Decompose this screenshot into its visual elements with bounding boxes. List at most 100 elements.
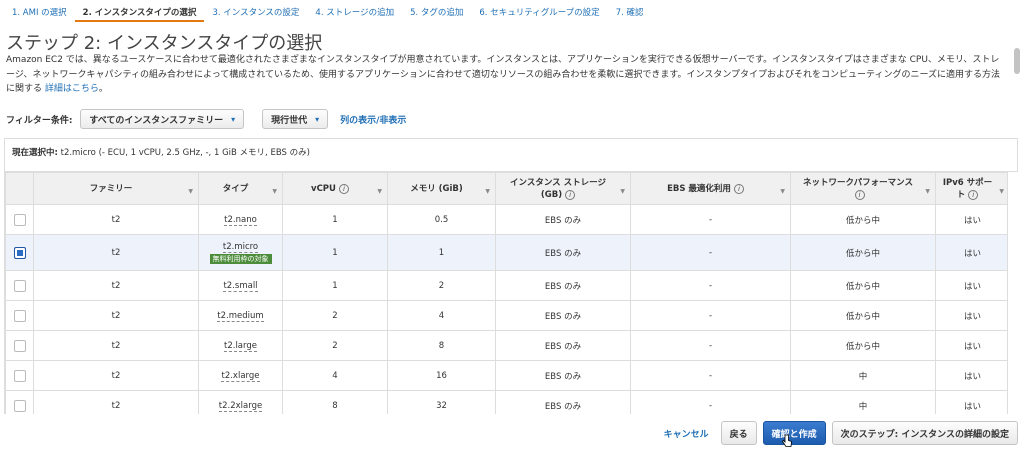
cell-vcpu: 4: [282, 360, 388, 391]
cell-type: t2.small: [198, 270, 283, 301]
type-name[interactable]: t2.medium: [217, 310, 264, 322]
family-filter-select[interactable]: すべてのインスタンスファミリー ▾: [80, 109, 245, 129]
row-checkbox-cell[interactable]: [5, 270, 34, 301]
show-hide-columns-link[interactable]: 列の表示/非表示: [340, 113, 406, 126]
cell-memory: 2: [387, 270, 496, 301]
review-and-launch-button[interactable]: 確認と作成: [762, 421, 826, 445]
row-checkbox[interactable]: [13, 399, 26, 412]
cell-network: 低から中: [790, 234, 936, 271]
row-checkbox-cell[interactable]: [5, 330, 34, 361]
cancel-button[interactable]: キャンセル: [664, 427, 709, 440]
table-row[interactable]: t2 t2.medium 2 4 EBS のみ - 低から中 はい: [5, 300, 1007, 331]
hand-cursor-icon: [782, 434, 792, 447]
table-row[interactable]: t2 t2.2xlarge 8 32 EBS のみ - 中はい: [5, 390, 1007, 414]
wizard-step-add-tags[interactable]: 5. タグの追加: [402, 0, 471, 22]
wizard-step-review[interactable]: 7. 確認: [608, 0, 652, 22]
filter-bar: フィルター条件: すべてのインスタンスファミリー ▾ 現行世代 ▾ 列の表示/非…: [6, 108, 406, 130]
cell-memory: 4: [387, 300, 496, 331]
type-name[interactable]: t2.2xlarge: [218, 400, 263, 412]
cell-ipv6: はい: [935, 234, 1007, 271]
cell-ipv6: はい: [935, 330, 1007, 361]
page-scrollbar[interactable]: [1012, 44, 1022, 416]
wizard-step-add-storage[interactable]: 4. ストレージの追加: [307, 0, 402, 22]
cell-memory: 8: [387, 330, 496, 361]
cell-family: t2: [33, 234, 199, 271]
table-row[interactable]: t2 t2.nano 1 0.5 EBS のみ - 低から中 はい: [5, 204, 1007, 235]
scrollbar-thumb[interactable]: [1014, 48, 1020, 74]
table-row[interactable]: t2 t2.small 1 2 EBS のみ - 低から中 はい: [5, 270, 1007, 301]
cell-vcpu: 2: [282, 330, 388, 361]
cell-ebs: -: [630, 204, 791, 235]
cell-family: t2: [33, 300, 199, 331]
cell-network: 低から中: [790, 204, 936, 235]
header-network[interactable]: ネットワークパフォーマンス i ▼: [790, 172, 936, 205]
instance-type-table: ファミリー ▼ タイプ ▼ vCPU i ▼ メモリ (GiB) ▼ インスタンス ストレ…: [4, 172, 1008, 414]
row-checkbox[interactable]: [13, 339, 26, 352]
table-row[interactable]: t2 t2.large 2 8 EBS のみ - 低から中 はい: [5, 330, 1007, 361]
back-button[interactable]: 戻る: [720, 421, 757, 445]
type-name[interactable]: t2.small: [223, 280, 258, 292]
row-checkbox[interactable]: [13, 213, 26, 226]
info-icon[interactable]: i: [854, 189, 865, 200]
info-icon[interactable]: i: [968, 189, 979, 200]
learn-more-link[interactable]: 詳細はこちら: [45, 84, 99, 94]
cell-ipv6: はい: [935, 204, 1007, 235]
cell-network: 低から中: [790, 300, 936, 331]
header-memory-label: メモリ (GiB): [410, 183, 463, 194]
current-selection-value: t2.micro (- ECU, 1 vCPU, 2.5 GHz, -, 1 G…: [60, 148, 310, 158]
cell-storage: EBS のみ: [495, 204, 631, 235]
cell-storage: EBS のみ: [495, 270, 631, 301]
table-row[interactable]: t2 t2.micro 無料利用枠の対象 1 1 EBS のみ - 低から中 はい: [5, 234, 1007, 271]
header-vcpu[interactable]: vCPU i ▼: [282, 172, 388, 205]
chevron-down-icon: ▾: [231, 114, 236, 124]
header-ipv6[interactable]: IPv6 サポート i ▼: [935, 172, 1007, 205]
type-name[interactable]: t2.xlarge: [221, 370, 260, 382]
footer-actions: キャンセル 戻る 確認と作成 次のステップ: インスタンスの詳細の設定: [664, 421, 1018, 445]
sort-icon: ▼: [272, 188, 277, 195]
page-title: ステップ 2: インスタンスタイプの選択: [6, 33, 323, 54]
cell-storage: EBS のみ: [495, 390, 631, 414]
table-header-row: ファミリー ▼ タイプ ▼ vCPU i ▼ メモリ (GiB) ▼ インスタンス ストレ…: [5, 172, 1007, 205]
cell-ebs: -: [630, 234, 791, 271]
wizard-step-configure-instance[interactable]: 3. インスタンスの設定: [204, 0, 307, 22]
header-type-label: タイプ: [222, 183, 249, 194]
cell-network: 低から中: [790, 270, 936, 301]
wizard-step-ami[interactable]: 1. AMI の選択: [4, 0, 75, 22]
header-ebs[interactable]: EBS 最適化利用 i ▼: [630, 172, 791, 205]
current-selection-label: 現在選択中:: [12, 148, 58, 158]
wizard-step-instance-type[interactable]: 2. インスタンスタイプの選択: [74, 0, 205, 22]
row-checkbox-cell[interactable]: [5, 300, 34, 331]
header-storage[interactable]: インスタンス ストレージ (GB) i ▼: [495, 172, 631, 205]
row-checkbox[interactable]: [13, 369, 26, 382]
cell-memory: 1: [387, 234, 496, 271]
generation-filter-select[interactable]: 現行世代 ▾: [262, 109, 329, 129]
info-icon[interactable]: i: [338, 183, 349, 194]
cell-type: t2.micro 無料利用枠の対象: [198, 234, 283, 271]
type-name[interactable]: t2.large: [224, 340, 257, 352]
row-checkbox[interactable]: [13, 309, 26, 322]
type-name[interactable]: t2.micro: [222, 241, 259, 253]
cell-storage: EBS のみ: [495, 300, 631, 331]
header-family[interactable]: ファミリー ▼: [33, 172, 199, 205]
table-row[interactable]: t2 t2.xlarge 4 16 EBS のみ - 中はい: [5, 360, 1007, 391]
row-checkbox[interactable]: [13, 279, 26, 292]
row-checkbox-cell[interactable]: [5, 390, 34, 414]
cell-network: 中: [790, 390, 936, 414]
info-icon[interactable]: i: [565, 189, 576, 200]
info-icon[interactable]: i: [733, 183, 744, 194]
chevron-down-icon: ▾: [315, 114, 320, 124]
row-checkbox-cell[interactable]: [5, 204, 34, 235]
next-step-button[interactable]: 次のステップ: インスタンスの詳細の設定: [831, 421, 1018, 445]
wizard-step-security-group[interactable]: 6. セキュリティグループの設定: [471, 0, 607, 22]
row-checkbox-cell[interactable]: [5, 360, 34, 391]
cell-storage: EBS のみ: [495, 234, 631, 271]
cell-vcpu: 1: [282, 234, 388, 271]
header-type[interactable]: タイプ ▼: [198, 172, 283, 205]
cell-family: t2: [33, 360, 199, 391]
type-name[interactable]: t2.nano: [224, 214, 257, 226]
cell-family: t2: [33, 330, 199, 361]
cell-family: t2: [33, 390, 199, 414]
header-memory[interactable]: メモリ (GiB) ▼: [387, 172, 496, 205]
row-checkbox[interactable]: [13, 246, 26, 259]
row-checkbox-cell[interactable]: [5, 234, 34, 271]
